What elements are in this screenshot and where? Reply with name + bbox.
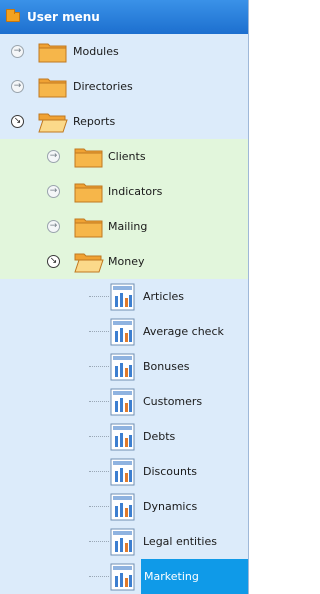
folder-icon [74,183,103,203]
tree-item-dynamics[interactable]: Dynamics [0,489,248,524]
report-icon [110,423,135,451]
user-menu-title: User menu [27,10,100,24]
tree-connector [89,506,109,507]
tree-item-label: Directories [73,80,133,93]
expand-icon[interactable]: → [11,45,24,58]
report-icon [110,318,135,346]
tree-item-money[interactable]: ↘ Money [0,244,248,279]
tree-item-label: Clients [108,150,146,163]
tree-item-label: Mailing [108,220,148,233]
tree-connector [89,296,109,297]
tree-item-mailing[interactable]: → Mailing [0,209,248,244]
tree-item-average-check[interactable]: Average check [0,314,248,349]
menu-tree: → Modules → Directories ↘ Reports → Clie… [0,34,248,594]
expand-icon[interactable]: → [47,220,60,233]
tree-item-articles[interactable]: Articles [0,279,248,314]
tree-item-label: Reports [73,115,116,128]
report-icon [110,353,135,381]
expand-icon[interactable]: → [47,150,60,163]
tree-connector [89,331,109,332]
folder-icon [74,218,103,238]
tree-item-legal-entities[interactable]: Legal entities [0,524,248,559]
tree-item-label: Articles [143,290,185,303]
folder-icon [38,78,67,98]
tree-connector [89,471,109,472]
tree-connector [89,576,109,577]
tree-connector [89,541,109,542]
report-icon [110,528,135,556]
tree-item-modules[interactable]: → Modules [0,34,248,69]
tree-item-label: Debts [143,430,176,443]
report-icon [110,388,135,416]
user-menu-panel: User menu → Modules → Directories ↘ Repo… [0,0,249,594]
tree-item-discounts[interactable]: Discounts [0,454,248,489]
collapse-icon[interactable]: ↘ [47,255,60,268]
tree-item-bonuses[interactable]: Bonuses [0,349,248,384]
open-folder-icon [38,113,68,133]
tree-item-customers[interactable]: Customers [0,384,248,419]
report-icon [110,563,135,591]
folder-icon [38,43,67,63]
tree-item-label: Legal entities [143,535,217,548]
tree-connector [89,366,109,367]
tree-item-directories[interactable]: → Directories [0,69,248,104]
tree-item-label: Money [108,255,145,268]
expand-icon[interactable]: → [11,80,24,93]
tree-item-label: Modules [73,45,119,58]
expand-icon[interactable]: → [47,185,60,198]
folder-icon [6,9,20,22]
tree-item-label: Dynamics [143,500,198,513]
open-folder-icon [74,253,104,273]
tree-item-indicators[interactable]: → Indicators [0,174,248,209]
tree-item-debts[interactable]: Debts [0,419,248,454]
tree-item-label: Average check [143,325,224,338]
tree-connector [89,401,109,402]
tree-item-marketing[interactable]: Marketing [0,559,248,594]
tree-item-label: Marketing [141,559,248,594]
report-icon [110,283,135,311]
report-icon [110,493,135,521]
collapse-icon[interactable]: ↘ [11,115,24,128]
folder-icon [74,148,103,168]
tree-item-label: Discounts [143,465,198,478]
tree-connector [89,436,109,437]
report-icon [110,458,135,486]
tree-item-label: Bonuses [143,360,190,373]
tree-item-label: Customers [143,395,203,408]
user-menu-header[interactable]: User menu [0,0,248,34]
tree-item-label: Indicators [108,185,163,198]
tree-item-clients[interactable]: → Clients [0,139,248,174]
tree-item-reports[interactable]: ↘ Reports [0,104,248,139]
